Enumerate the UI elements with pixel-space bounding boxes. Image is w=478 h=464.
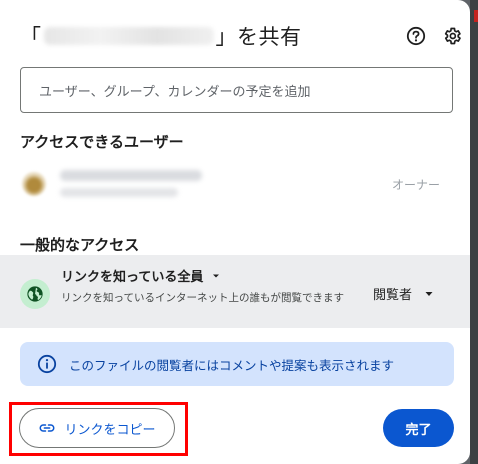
- owner-role-label: オーナー: [392, 178, 441, 192]
- share-dialog: 「 」を共有 ユーザー、グループ、カレンダーの予定を追加 アクセスできるユーザー…: [0, 0, 470, 464]
- caret-down-icon: [425, 291, 433, 296]
- redacted-file-name: [43, 27, 214, 45]
- info-text: このファイルの閲覧者にはコメントや提案も表示されます: [69, 357, 395, 373]
- general-access-value: リンクを知っている全員: [61, 270, 204, 285]
- dialog-title: 「 」を共有: [20, 20, 302, 52]
- globe-icon: [20, 279, 50, 309]
- role-dropdown[interactable]: 閲覧者: [373, 284, 434, 303]
- redacted-owner-email: [60, 188, 178, 197]
- redacted-owner-name: [60, 170, 202, 181]
- general-access-title: 一般的なアクセス: [20, 236, 140, 254]
- role-value: 閲覧者: [373, 288, 413, 303]
- general-access-dropdown[interactable]: リンクを知っている全員: [61, 266, 221, 285]
- done-button[interactable]: 完了: [383, 409, 454, 447]
- done-label: 完了: [405, 422, 432, 438]
- people-section-title: アクセスできるユーザー: [20, 133, 184, 151]
- caret-down-icon: [213, 274, 220, 277]
- background-edge-mark: [474, 10, 478, 22]
- title-suffix: 」を共有: [215, 25, 302, 49]
- info-icon: [37, 354, 57, 374]
- add-people-input[interactable]: ユーザー、グループ、カレンダーの予定を追加: [20, 67, 453, 113]
- link-icon: [40, 424, 55, 432]
- title-open-bracket: 「: [20, 25, 42, 49]
- info-banner: このファイルの閲覧者にはコメントや提案も表示されます: [20, 342, 454, 386]
- general-access-description: リンクを知っているインターネット上の誰もが閲覧できます: [61, 292, 344, 304]
- add-people-placeholder: ユーザー、グループ、カレンダーの予定を追加: [39, 84, 311, 100]
- avatar: [22, 172, 46, 196]
- copy-link-label: リンクをコピー: [64, 422, 156, 438]
- gear-icon[interactable]: [440, 24, 464, 48]
- help-icon[interactable]: [404, 24, 428, 48]
- copy-link-button[interactable]: リンクをコピー: [19, 408, 175, 448]
- background-edge: [470, 0, 478, 464]
